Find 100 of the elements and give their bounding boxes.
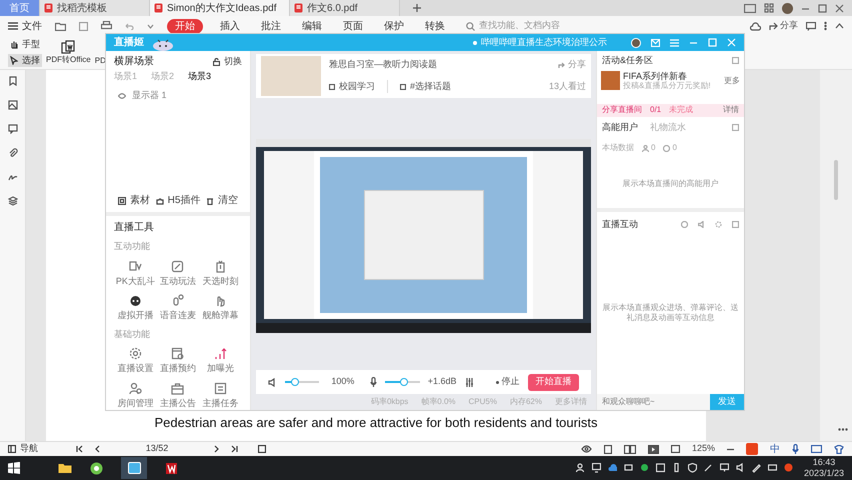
stop-button[interactable]: 停止 <box>496 375 520 389</box>
robot-face-icon <box>128 294 142 307</box>
next-page-icon[interactable] <box>214 445 219 453</box>
details-link[interactable]: 详情 <box>723 104 739 116</box>
double-page-icon[interactable] <box>624 444 636 454</box>
shield-icon[interactable] <box>688 463 697 473</box>
plus-icon[interactable] <box>412 3 422 13</box>
chat-bubble-icon[interactable] <box>640 463 649 473</box>
zoom-level[interactable]: 125% <box>692 442 715 456</box>
ribbon-tab[interactable]: 保护 <box>380 18 408 34</box>
document-tab[interactable]: Simon的大作文Ideas.pdf <box>150 0 290 16</box>
caret-icon[interactable] <box>147 24 154 28</box>
collapse-icon[interactable] <box>835 23 844 29</box>
input-mode-label[interactable]: 中 <box>770 442 780 456</box>
comment-icon[interactable] <box>8 124 18 134</box>
play-icon[interactable] <box>648 444 659 454</box>
file-menu[interactable]: 文件 <box>8 18 42 34</box>
shirt-icon[interactable] <box>834 444 844 454</box>
source-item[interactable]: 显示器 1 <box>106 89 250 102</box>
first-page-icon[interactable] <box>76 445 83 453</box>
promo-title[interactable]: FIFA系列伴新春 <box>623 70 711 80</box>
speaker-icon[interactable] <box>736 463 745 473</box>
tool-button[interactable]: 舰舱弹幕 <box>199 294 242 322</box>
attachment-icon[interactable] <box>8 148 18 158</box>
tool-button[interactable]: 语音连麦 <box>156 294 200 322</box>
document-tab[interactable]: 找稻壳模板 <box>40 0 150 16</box>
layout-icon[interactable] <box>744 4 756 12</box>
tool-button[interactable]: 互动玩法 <box>156 260 200 288</box>
ribbon-tab[interactable]: 开始 <box>167 18 203 34</box>
volume-slider[interactable] <box>385 381 420 384</box>
ribbon-tab[interactable]: 插入 <box>216 18 244 34</box>
more-icon[interactable] <box>824 21 827 31</box>
tool-button[interactable]: 虚拟开播 <box>114 294 157 322</box>
tool-button[interactable]: 选择 <box>8 54 42 67</box>
speaker-icon[interactable] <box>268 378 277 387</box>
panel-action-button[interactable]: 素材 <box>118 193 150 208</box>
navigation-button[interactable]: 导航 <box>8 442 38 456</box>
previous-page-icon[interactable] <box>95 445 100 453</box>
tool-button[interactable]: PK大乱斗 <box>114 260 157 288</box>
office-app-icon[interactable] <box>165 462 178 474</box>
more-link[interactable]: 更多 <box>724 74 740 86</box>
person-icon[interactable] <box>576 463 585 473</box>
room-title[interactable]: 雅思自习室—教听力阅读题 <box>329 58 437 72</box>
share-button[interactable]: 分享 <box>769 19 798 33</box>
tool-button[interactable]: 天选时刻 <box>199 260 242 288</box>
cloud-icon[interactable] <box>608 463 617 473</box>
live-app-taskbar-icon[interactable] <box>121 457 147 479</box>
maximize-icon[interactable] <box>818 4 827 12</box>
panel-tab[interactable]: 高能用户 <box>602 120 638 134</box>
tool-button[interactable]: 直播预约 <box>156 347 200 376</box>
tool-button[interactable]: 手型 <box>8 38 42 52</box>
tool-button[interactable]: 加曝光 <box>199 347 242 376</box>
ribbon-tab[interactable]: 页面 <box>339 18 367 34</box>
tool-button[interactable]: 房间管理 <box>114 382 157 410</box>
chat-icon[interactable] <box>806 22 816 30</box>
folder-icon[interactable] <box>55 22 66 30</box>
sogou-icon[interactable] <box>784 463 793 473</box>
ribbon-tab[interactable]: 批注 <box>257 18 285 34</box>
microphone-icon[interactable] <box>370 377 378 388</box>
search-field[interactable]: 查找功能、文档内容 <box>466 19 589 33</box>
ribbon-tab[interactable]: 转换 <box>421 18 449 34</box>
cloud-sync-icon[interactable] <box>750 22 761 30</box>
scene-tab[interactable]: 场景3 <box>188 70 212 84</box>
bookmark-icon[interactable] <box>8 76 18 86</box>
convert-button[interactable]: PDF转Office <box>46 40 91 66</box>
network-icon[interactable] <box>720 463 729 473</box>
category-button[interactable]: 校园学习 <box>329 80 388 94</box>
eye-icon[interactable] <box>580 445 592 453</box>
windows-logo-icon[interactable] <box>8 462 20 474</box>
single-page-icon[interactable] <box>604 444 612 454</box>
chat-input-field[interactable]: 和观众聊聊吧~ <box>597 394 710 410</box>
volume-slider[interactable] <box>285 381 320 384</box>
panel-icon <box>8 445 16 453</box>
panel-title: 横屏场景 <box>114 54 154 69</box>
scrollbar-thumb[interactable] <box>834 160 838 200</box>
input-method-logo[interactable] <box>746 443 758 455</box>
pen-icon[interactable] <box>752 463 761 473</box>
pdf-file-icon <box>44 3 53 13</box>
folder-icon[interactable] <box>58 462 72 474</box>
ribbon-tab[interactable]: 编辑 <box>298 18 326 34</box>
layers-icon[interactable] <box>8 196 18 206</box>
topic-button[interactable]: #选择话题 <box>400 80 452 94</box>
print-icon[interactable] <box>101 21 112 31</box>
close-icon[interactable] <box>835 4 844 12</box>
browser-icon[interactable] <box>90 462 103 474</box>
microphone-icon[interactable] <box>792 444 799 454</box>
panel-action-button[interactable]: 清空 <box>206 193 238 208</box>
more-icon[interactable] <box>838 428 848 431</box>
promo-thumbnail[interactable] <box>601 71 620 90</box>
last-page-icon[interactable] <box>231 445 238 453</box>
switch-button[interactable]: 切换 <box>213 54 242 68</box>
tool-button[interactable]: 主播公告 <box>156 382 200 410</box>
clock[interactable]: 16:43 2023/1/23 <box>804 457 844 479</box>
page-number-field[interactable]: 13/52 <box>112 442 202 456</box>
monitor-icon[interactable] <box>592 463 601 473</box>
equalizer-icon[interactable] <box>464 378 474 387</box>
tool-button[interactable]: 直播设置 <box>114 347 157 376</box>
document-tab[interactable]: 作文6.0.pdf <box>290 0 400 16</box>
panel-action-button[interactable]: H5插件 <box>156 193 200 208</box>
tool-button[interactable]: 主播任务 <box>199 382 242 410</box>
